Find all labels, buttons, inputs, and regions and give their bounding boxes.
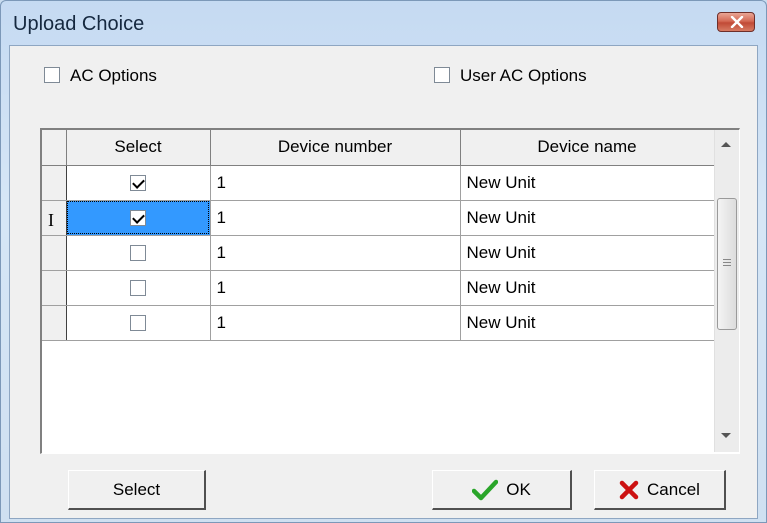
device-number-cell[interactable]: 1 xyxy=(210,200,461,236)
scroll-up-arrow-icon[interactable] xyxy=(721,142,731,147)
row-indicator[interactable] xyxy=(42,305,67,341)
table-row[interactable]: 1 New Unit xyxy=(42,235,715,271)
window-title: Upload Choice xyxy=(13,13,145,35)
row-indicator[interactable] xyxy=(42,270,67,306)
select-cell[interactable] xyxy=(66,305,211,341)
row-indicator[interactable] xyxy=(42,235,67,271)
row-indicator[interactable] xyxy=(42,165,67,201)
cancel-button[interactable]: Cancel xyxy=(594,470,726,510)
scroll-down-arrow-icon[interactable] xyxy=(721,433,731,438)
device-number-cell[interactable]: 1 xyxy=(210,235,461,271)
dialog-body: AC Options User AC Options Select Device… xyxy=(9,45,758,519)
row-indicator[interactable]: I xyxy=(42,200,67,236)
select-cell[interactable] xyxy=(66,235,211,271)
row-select-checkbox[interactable] xyxy=(130,280,146,297)
device-grid: Select Device number Device name 1 New U… xyxy=(40,128,740,454)
ok-button-label: OK xyxy=(506,479,531,499)
table-row[interactable]: 1 New Unit xyxy=(42,165,715,201)
user-ac-options-label: User AC Options xyxy=(460,66,587,85)
column-header-select[interactable]: Select xyxy=(66,130,211,166)
row-select-checkbox[interactable] xyxy=(130,175,146,192)
device-number-cell[interactable]: 1 xyxy=(210,270,461,306)
checkmark-icon xyxy=(472,479,499,500)
ac-options-label: AC Options xyxy=(70,66,157,85)
device-name-cell[interactable]: New Unit xyxy=(460,270,715,306)
user-ac-options-box[interactable] xyxy=(434,67,450,83)
upload-choice-dialog: Upload Choice AC Options User AC Options xyxy=(0,0,767,523)
device-name-cell[interactable]: New Unit xyxy=(460,235,715,271)
grid-header-row: Select Device number Device name xyxy=(42,130,715,166)
row-select-checkbox[interactable] xyxy=(130,315,146,332)
ok-button[interactable]: OK xyxy=(432,470,572,510)
table-row[interactable]: I 1 New Unit xyxy=(42,200,715,236)
close-icon xyxy=(730,16,744,28)
select-cell[interactable] xyxy=(66,165,211,201)
cross-icon xyxy=(619,480,639,499)
device-table: Select Device number Device name 1 New U… xyxy=(42,130,715,341)
ac-options-box[interactable] xyxy=(44,67,60,83)
title-bar[interactable]: Upload Choice xyxy=(1,1,766,45)
column-header-device-name[interactable]: Device name xyxy=(460,130,715,166)
column-header-device-number[interactable]: Device number xyxy=(210,130,461,166)
select-button-label: Select xyxy=(112,479,161,499)
table-row[interactable]: 1 New Unit xyxy=(42,305,715,341)
scrollbar-thumb[interactable] xyxy=(717,198,737,330)
device-name-cell[interactable]: New Unit xyxy=(460,200,715,236)
cancel-button-label: Cancel xyxy=(647,479,700,499)
select-cell[interactable] xyxy=(66,270,211,306)
close-button[interactable] xyxy=(717,12,755,32)
device-number-cell[interactable]: 1 xyxy=(210,165,461,201)
row-select-checkbox[interactable] xyxy=(130,210,146,227)
scrollbar-grip-icon xyxy=(723,259,731,268)
vertical-scrollbar[interactable] xyxy=(714,130,739,452)
select-button[interactable]: Select xyxy=(68,470,206,510)
grid-corner xyxy=(42,130,67,166)
row-select-checkbox[interactable] xyxy=(130,245,146,262)
device-name-cell[interactable]: New Unit xyxy=(460,305,715,341)
current-row-marker: I xyxy=(48,209,54,230)
table-row[interactable]: 1 New Unit xyxy=(42,270,715,306)
device-name-cell[interactable]: New Unit xyxy=(460,165,715,201)
select-cell[interactable] xyxy=(66,200,211,236)
device-number-cell[interactable]: 1 xyxy=(210,305,461,341)
